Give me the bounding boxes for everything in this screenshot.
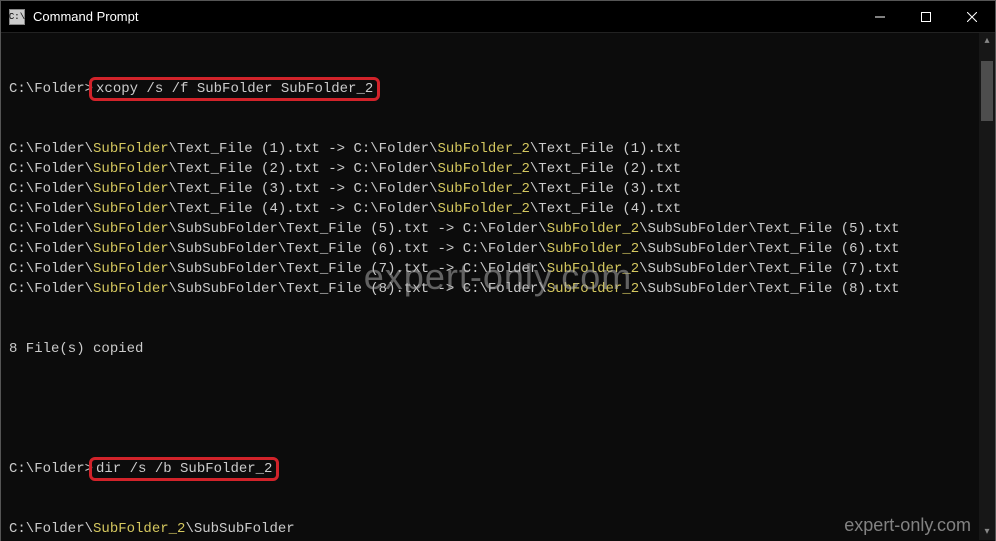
minimize-icon <box>875 12 885 22</box>
scroll-thumb[interactable] <box>981 61 993 121</box>
output-line: C:\Folder\SubFolder\Text_File (4).txt ->… <box>9 199 987 219</box>
output-line: C:\Folder\SubFolder_2\SubSubFolder <box>9 519 987 539</box>
prompt-line-1: C:\Folder>xcopy /s /f SubFolder SubFolde… <box>9 79 987 99</box>
scroll-up-arrow-icon[interactable]: ▴ <box>979 33 995 49</box>
titlebar[interactable]: C:\ Command Prompt <box>1 1 995 33</box>
command-2: dir /s /b SubFolder_2 <box>96 461 272 477</box>
maximize-icon <box>921 12 931 22</box>
output-line: C:\Folder\SubFolder\SubSubFolder\Text_Fi… <box>9 219 987 239</box>
scroll-down-arrow-icon[interactable]: ▾ <box>979 524 995 540</box>
output-line: C:\Folder\SubFolder\Text_File (1).txt ->… <box>9 139 987 159</box>
maximize-button[interactable] <box>903 1 949 33</box>
prompt-line-2: C:\Folder>dir /s /b SubFolder_2 <box>9 459 987 479</box>
command-1: xcopy /s /f SubFolder SubFolder_2 <box>96 81 373 97</box>
minimize-button[interactable] <box>857 1 903 33</box>
prompt-path: C:\Folder> <box>9 461 93 477</box>
xcopy-output: C:\Folder\SubFolder\Text_File (1).txt ->… <box>9 139 987 299</box>
cmd-icon: C:\ <box>9 9 25 25</box>
blank-line <box>9 399 987 419</box>
output-line: C:\Folder\SubFolder\SubSubFolder\Text_Fi… <box>9 259 987 279</box>
close-button[interactable] <box>949 1 995 33</box>
scroll-track[interactable] <box>979 49 995 524</box>
dir-output: C:\Folder\SubFolder_2\SubSubFolderC:\Fol… <box>9 519 987 541</box>
output-line: C:\Folder\SubFolder\SubSubFolder\Text_Fi… <box>9 279 987 299</box>
output-line: C:\Folder\SubFolder\Text_File (2).txt ->… <box>9 159 987 179</box>
close-icon <box>967 12 977 22</box>
window-title: Command Prompt <box>33 9 857 24</box>
prompt-path: C:\Folder> <box>9 81 93 97</box>
window-frame: C:\ Command Prompt C:\Folder>xcopy /s /f… <box>0 0 996 541</box>
output-line: C:\Folder\SubFolder\Text_File (3).txt ->… <box>9 179 987 199</box>
highlight-cmd-1: xcopy /s /f SubFolder SubFolder_2 <box>89 77 380 101</box>
window-controls <box>857 1 995 33</box>
highlight-cmd-2: dir /s /b SubFolder_2 <box>89 457 279 481</box>
vertical-scrollbar[interactable]: ▴ ▾ <box>979 33 995 540</box>
copy-summary: 8 File(s) copied <box>9 339 987 359</box>
terminal-output[interactable]: C:\Folder>xcopy /s /f SubFolder SubFolde… <box>1 33 995 541</box>
output-line: C:\Folder\SubFolder\SubSubFolder\Text_Fi… <box>9 239 987 259</box>
